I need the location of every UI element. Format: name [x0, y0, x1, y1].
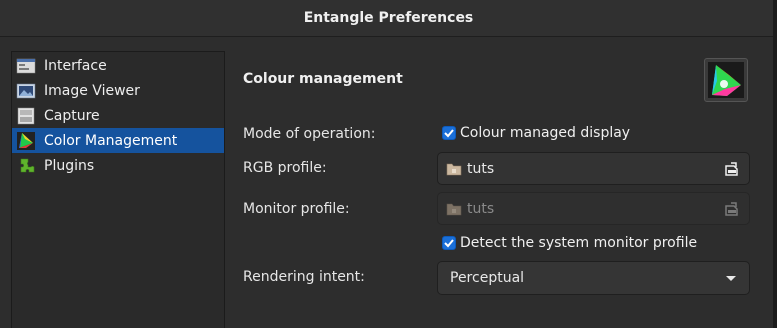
- rendering-intent-dropdown[interactable]: Perceptual: [437, 261, 750, 295]
- capture-icon: [16, 106, 36, 126]
- window-title: Entangle Preferences: [303, 10, 474, 26]
- sidebar-item-color-management[interactable]: Color Management: [12, 128, 224, 153]
- category-sidebar: Interface Image Viewer Capture Color Man…: [11, 51, 225, 328]
- monitor-profile-label: Monitor profile:: [243, 201, 350, 217]
- rendering-intent-label: Rendering intent:: [243, 269, 365, 285]
- sidebar-item-label: Plugins: [44, 157, 95, 174]
- section-heading: Colour management: [243, 71, 403, 87]
- rgb-profile-field[interactable]: tuts: [437, 152, 750, 185]
- colour-managed-display-checkbox[interactable]: Colour managed display: [442, 125, 630, 141]
- color-gamut-icon: [704, 58, 748, 102]
- interface-icon: [16, 56, 36, 76]
- image-viewer-icon: [16, 81, 36, 101]
- detect-monitor-profile-checkbox[interactable]: Detect the system monitor profile: [442, 235, 697, 251]
- sidebar-item-capture[interactable]: Capture: [12, 103, 224, 128]
- monitor-profile-value: tuts: [467, 200, 495, 217]
- folder-icon: [446, 202, 462, 216]
- checkmark-icon: [442, 126, 456, 140]
- window-edge: [773, 0, 777, 328]
- mode-label: Mode of operation:: [243, 126, 376, 142]
- checkbox-label: Detect the system monitor profile: [460, 235, 698, 251]
- sidebar-item-plugins[interactable]: Plugins: [12, 153, 224, 178]
- sidebar-item-label: Image Viewer: [44, 82, 140, 99]
- color-management-icon: [16, 131, 36, 151]
- sidebar-item-label: Interface: [44, 57, 107, 74]
- sidebar-item-label: Capture: [44, 107, 100, 124]
- rgb-profile-value: tuts: [467, 160, 495, 177]
- preferences-window: Entangle Preferences Interface Image Vie…: [0, 0, 777, 328]
- checkmark-icon: [442, 236, 456, 250]
- sidebar-item-image-viewer[interactable]: Image Viewer: [12, 78, 224, 103]
- preferences-panel: Colour management Mode of operation: Col…: [226, 37, 773, 328]
- sidebar-item-interface[interactable]: Interface: [12, 53, 224, 78]
- checkbox-label: Colour managed display: [460, 125, 631, 141]
- plugins-icon: [16, 156, 36, 176]
- folder-icon: [446, 162, 462, 176]
- sidebar-item-label: Color Management: [44, 132, 178, 149]
- rendering-intent-value: Perceptual: [450, 270, 525, 286]
- title-bar[interactable]: Entangle Preferences: [0, 0, 777, 37]
- open-file-icon: [724, 201, 740, 217]
- open-file-icon[interactable]: [724, 161, 740, 177]
- rgb-profile-label: RGB profile:: [243, 160, 327, 176]
- chevron-down-icon: [726, 276, 736, 281]
- monitor-profile-field: tuts: [437, 192, 750, 225]
